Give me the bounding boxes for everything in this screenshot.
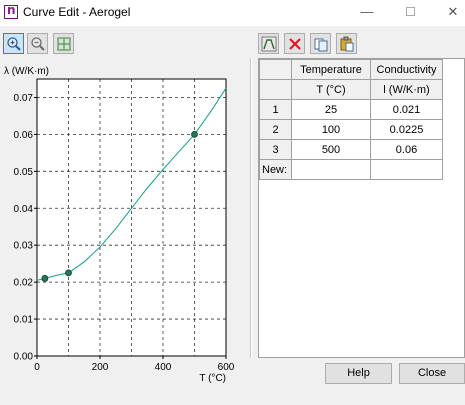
grid-corner-units xyxy=(259,79,292,100)
status-strip xyxy=(0,390,465,405)
temperature-cell[interactable]: 25 xyxy=(291,99,371,120)
copy-button[interactable] xyxy=(310,33,331,54)
new-row-label: New: xyxy=(259,159,292,180)
temperature-cell[interactable]: 500 xyxy=(291,139,371,160)
paste-icon xyxy=(340,36,354,52)
x-axis-label: T (°C) xyxy=(199,373,226,384)
y-tick-label: 0.03 xyxy=(14,241,34,252)
y-tick-label: 0.07 xyxy=(14,93,34,104)
zoom-out-button[interactable] xyxy=(27,33,48,54)
new-conductivity-cell[interactable] xyxy=(370,159,443,180)
maximize-icon xyxy=(405,7,415,16)
zoom-in-icon xyxy=(7,37,21,51)
x-tick-label: 600 xyxy=(218,362,235,373)
y-tick-label: 0.00 xyxy=(14,352,34,363)
x-tick-label: 400 xyxy=(155,362,172,373)
title-bar: Curve Edit - Aerogel — ✕ xyxy=(0,0,465,26)
unit-header-conductivity[interactable]: l (W/K·m) xyxy=(370,79,443,100)
conductivity-cell[interactable]: 0.06 xyxy=(370,139,443,160)
help-button[interactable]: Help xyxy=(325,363,392,384)
close-button[interactable]: Close xyxy=(399,363,465,384)
paste-button[interactable] xyxy=(336,33,357,54)
temperature-cell[interactable]: 100 xyxy=(291,119,371,140)
delete-icon xyxy=(289,38,301,50)
y-tick-label: 0.06 xyxy=(14,130,34,141)
new-row[interactable]: New: xyxy=(259,159,443,180)
maximize-button[interactable] xyxy=(395,0,425,26)
y-axis-label: λ (W/K·m) xyxy=(4,66,49,77)
data-grid[interactable]: Temperature Conductivity T (°C) l (W/K·m… xyxy=(258,58,465,358)
fit-grid-button[interactable] xyxy=(53,33,74,54)
zoom-out-icon xyxy=(31,37,45,51)
data-point[interactable] xyxy=(191,131,198,138)
table-row[interactable]: 3 500 0.06 xyxy=(259,139,443,160)
y-tick-label: 0.04 xyxy=(14,204,34,215)
app-icon xyxy=(4,3,18,19)
row-header[interactable]: 1 xyxy=(259,99,292,120)
unit-header-temperature[interactable]: T (°C) xyxy=(291,79,371,100)
zoom-in-button[interactable] xyxy=(3,33,24,54)
conductivity-cell[interactable]: 0.0225 xyxy=(370,119,443,140)
curve-fit-button[interactable] xyxy=(258,33,279,54)
row-header[interactable]: 2 xyxy=(259,119,292,140)
minimize-button[interactable]: — xyxy=(352,0,382,26)
y-tick-label: 0.01 xyxy=(14,315,34,326)
data-point[interactable] xyxy=(65,269,72,277)
row-header[interactable]: 3 xyxy=(259,139,292,160)
chart-svg[interactable]: 0.00 0.01 0.02 0.03 0.04 0.05 0.06 0.07 0 200 400 6… xyxy=(0,58,250,395)
conductivity-chart[interactable]: 0.00 0.01 0.02 0.03 0.04 0.05 0.06 0.07 0 200 400 6… xyxy=(0,58,250,395)
column-header-conductivity[interactable]: Conductivity xyxy=(370,59,443,80)
new-temperature-cell[interactable] xyxy=(291,159,371,180)
curve-fit-icon xyxy=(261,36,277,52)
conductivity-cell[interactable]: 0.021 xyxy=(370,99,443,120)
close-window-button[interactable]: ✕ xyxy=(438,0,465,26)
y-tick-label: 0.02 xyxy=(14,278,34,289)
window-title: Curve Edit - Aerogel xyxy=(23,5,131,19)
splitter[interactable] xyxy=(250,58,252,358)
x-tick-label: 200 xyxy=(92,362,109,373)
column-header-temperature[interactable]: Temperature xyxy=(291,59,371,80)
y-tick-label: 0.05 xyxy=(14,167,34,178)
table-row[interactable]: 2 100 0.0225 xyxy=(259,119,443,140)
fit-grid-icon xyxy=(57,37,71,51)
table-row[interactable]: 1 25 0.021 xyxy=(259,99,443,120)
grid-corner xyxy=(259,59,292,80)
data-point[interactable] xyxy=(41,275,49,282)
copy-icon xyxy=(314,38,328,52)
delete-row-button[interactable] xyxy=(284,33,305,54)
x-tick-label: 0 xyxy=(34,362,40,373)
